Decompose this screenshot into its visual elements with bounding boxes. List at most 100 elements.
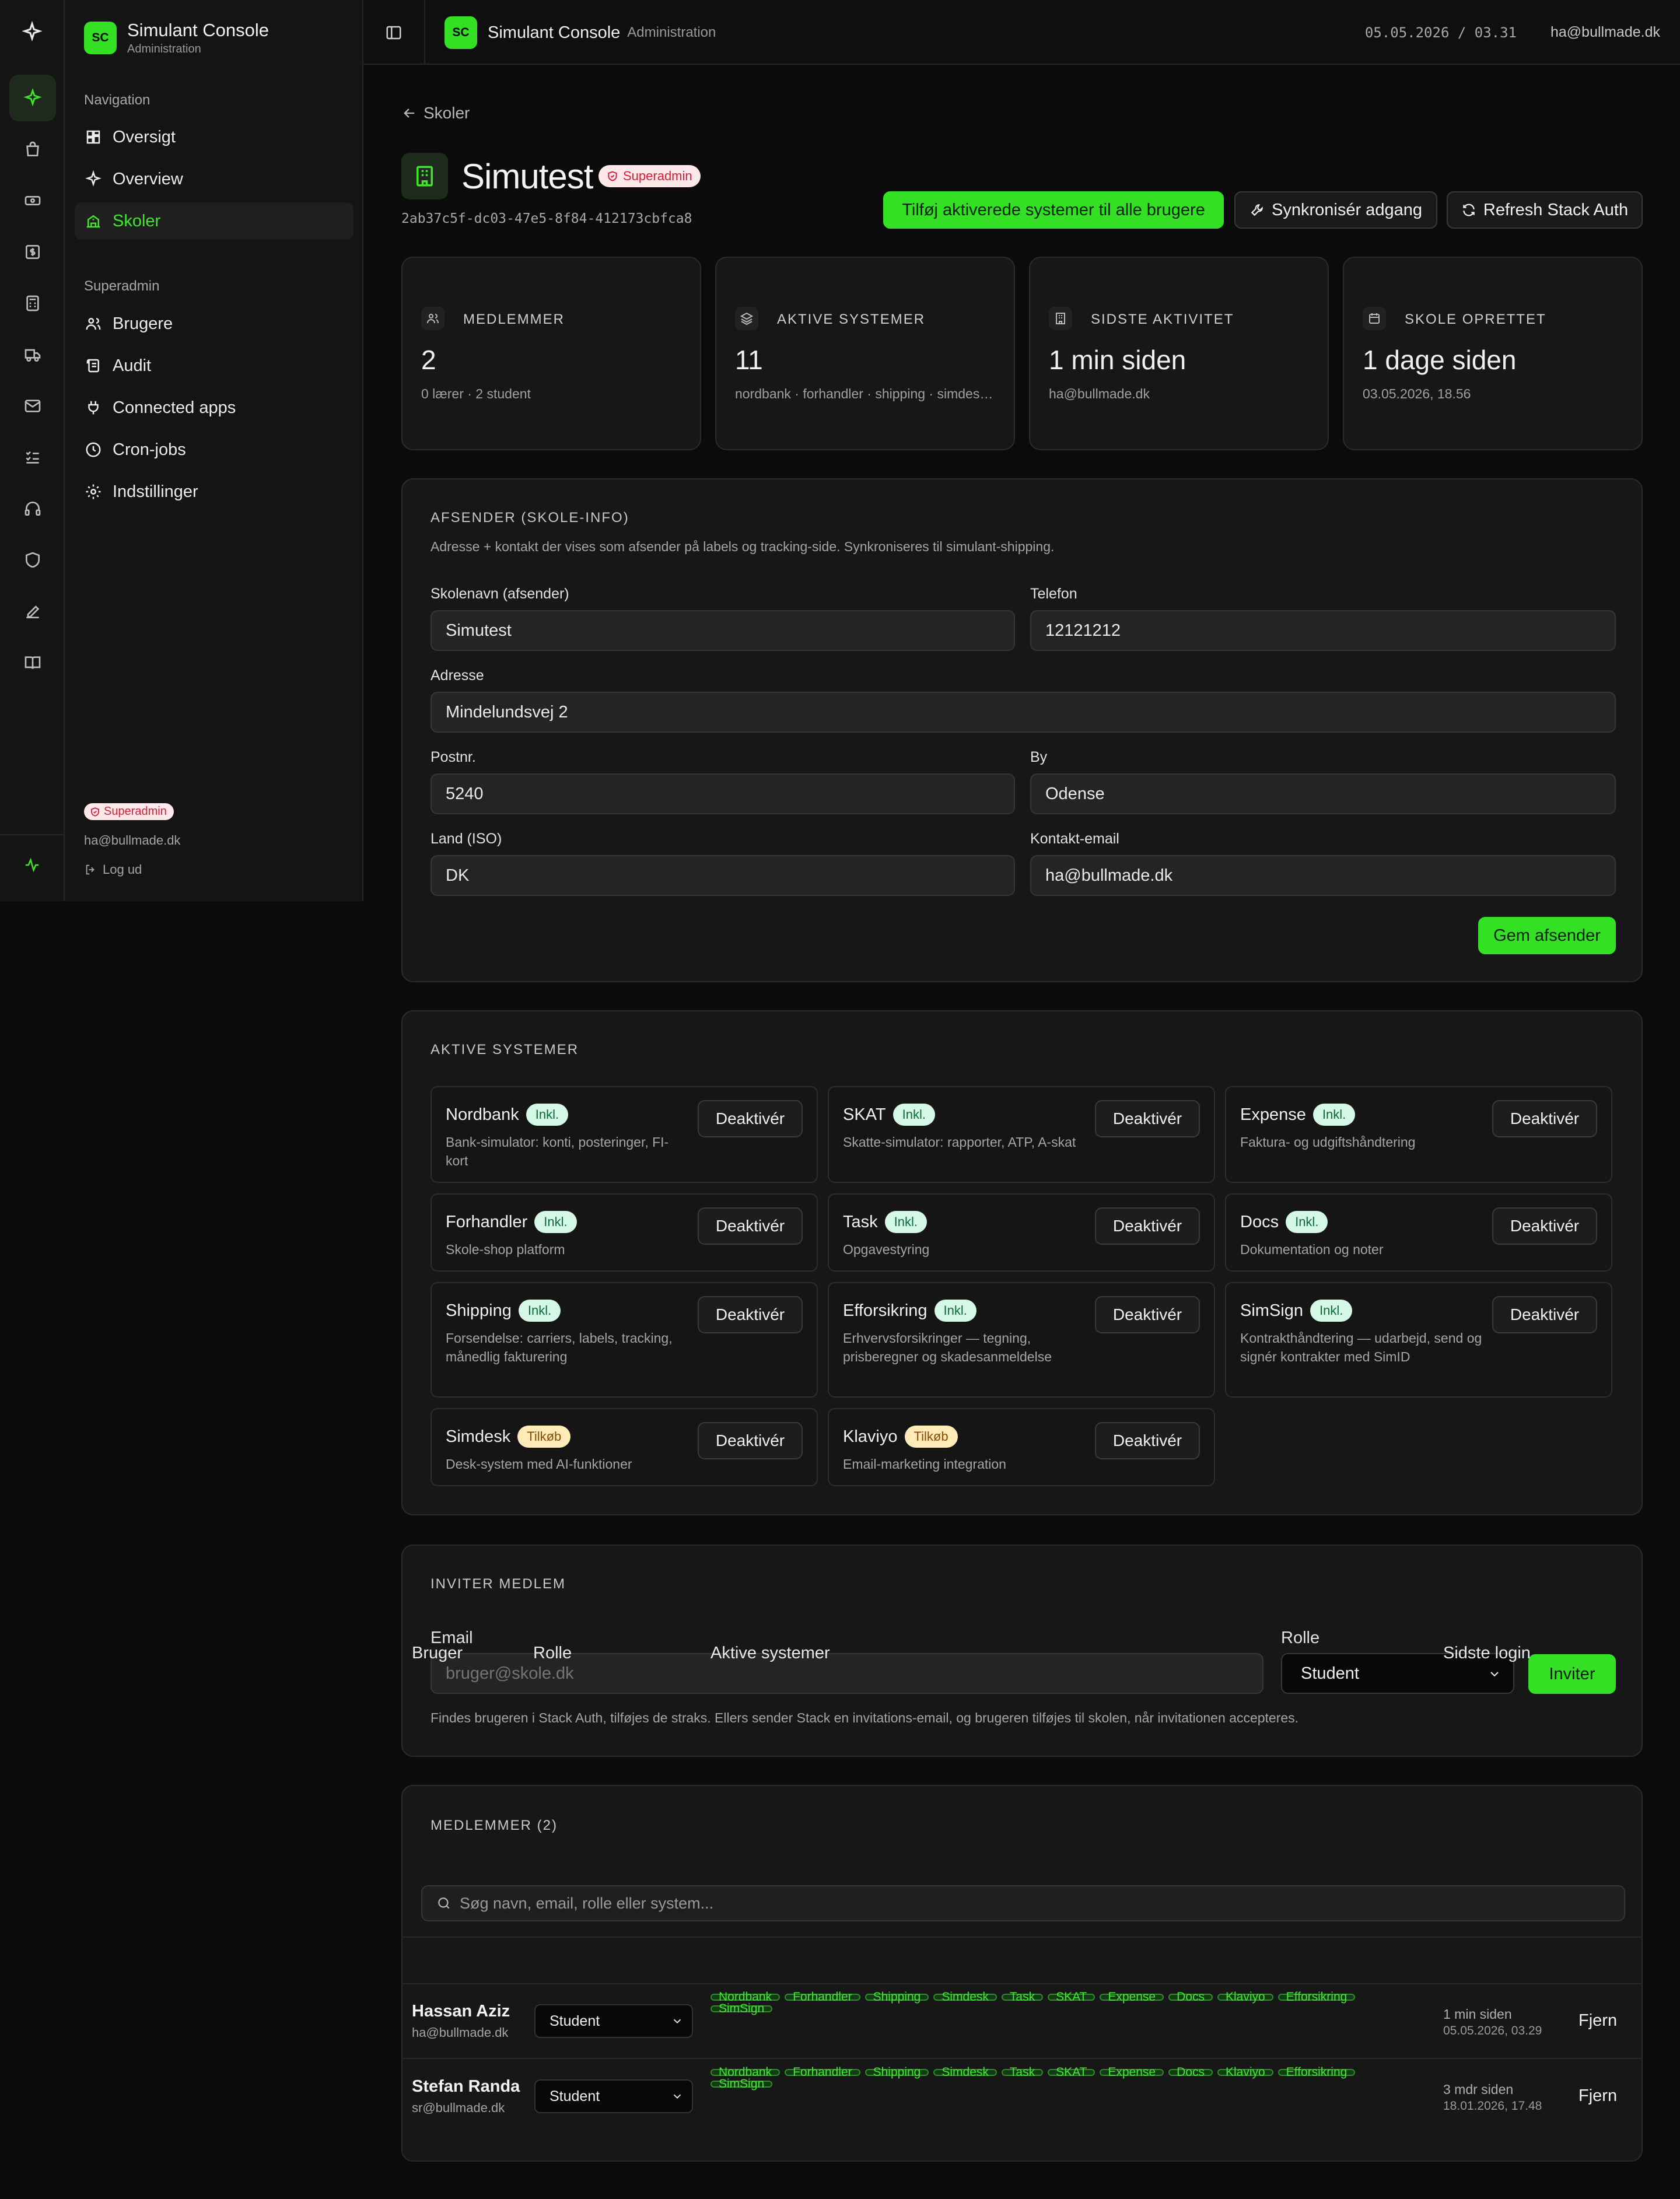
sidebar-item-skoler[interactable]: Skoler — [75, 202, 354, 240]
address-input[interactable]: Mindelundsvej 2 — [430, 692, 1616, 733]
member-systems: Nordbank Forhandler Shipping Simdesk Task SKA… — [710, 2066, 1410, 2092]
invite-role-value: Student — [1301, 1664, 1359, 1683]
system-tag: Expense — [1100, 1991, 1164, 2003]
logout-button[interactable]: Log ud — [84, 862, 142, 877]
system-tag: Nordbank — [710, 1991, 780, 2003]
school-name-label: Skolenavn (afsender) — [430, 586, 569, 602]
invite-button[interactable]: Inviter — [1528, 1654, 1616, 1694]
system-name: Klaviyo — [843, 1427, 898, 1446]
plug-icon — [85, 399, 113, 416]
sidebar-item-label: Indstillinger — [113, 482, 198, 501]
system-tag: Forhandler — [785, 1991, 860, 2003]
stat-card-last-activity: SIDSTE AKTIVITET 1 min siden ha@bullmade… — [1029, 257, 1329, 450]
rail-bag-icon[interactable] — [9, 126, 56, 173]
city-input[interactable]: Odense — [1030, 773, 1616, 814]
rail-book-icon[interactable] — [9, 639, 56, 686]
system-name: Expense — [1240, 1105, 1306, 1124]
sidebar-email: ha@bullmade.dk — [84, 833, 181, 848]
system-card-efforsikring: Efforsikring Inkl. Erhvervsforsikringer — … — [828, 1282, 1215, 1398]
stat-sub: ha@bullmade.dk — [1049, 386, 1150, 401]
system-tag: Task — [1001, 2066, 1044, 2078]
deactivate-button[interactable]: Deaktivér — [698, 1422, 803, 1459]
rail-shield-icon[interactable] — [9, 537, 56, 583]
rail-pen-icon[interactable] — [9, 588, 56, 635]
sidebar-item-indstillinger[interactable]: Indstillinger — [75, 473, 354, 510]
topbar-app-name: Simulant Console — [488, 23, 621, 42]
system-card-expense: Expense Inkl. Faktura- og udgiftshåndterin… — [1225, 1086, 1612, 1183]
topbar-user[interactable]: ha@bullmade.dk — [1550, 24, 1660, 41]
rail-ticket-icon[interactable] — [9, 177, 56, 224]
system-card-shipping: Shipping Inkl. Forsendelse: carriers, labe… — [430, 1282, 818, 1398]
system-description: Bank-simulator: konti, posteringer, FI-k… — [446, 1134, 669, 1168]
back-link[interactable]: Skoler — [401, 104, 470, 122]
sidebar-item-audit[interactable]: Audit — [75, 347, 354, 384]
deactivate-button[interactable]: Deaktivér — [1095, 1207, 1200, 1245]
column-header-last-login: Sidste login — [1443, 1644, 1531, 1662]
deactivate-button[interactable]: Deaktivér — [698, 1296, 803, 1333]
phone-label: Telefon — [1030, 586, 1077, 602]
stat-label: SKOLE OPRETTET — [1405, 311, 1546, 327]
building-icon — [1049, 307, 1072, 330]
invite-heading: INVITER MEDLEM — [430, 1576, 566, 1592]
system-badge: Inkl. — [934, 1300, 977, 1322]
save-sender-button[interactable]: Gem afsender — [1478, 917, 1616, 954]
deactivate-button[interactable]: Deaktivér — [1492, 1296, 1597, 1333]
sidebar-item-oversigt[interactable]: Oversigt — [75, 118, 354, 156]
contact-email-input[interactable]: ha@bullmade.dk — [1030, 855, 1616, 896]
deactivate-button[interactable]: Deaktivér — [1492, 1207, 1597, 1245]
rail-checklist-icon[interactable] — [9, 434, 56, 481]
system-name-row: Forhandler Inkl. — [446, 1211, 577, 1233]
stat-card-school-created: SKOLE OPRETTET 1 dage siden 03.05.2026, … — [1343, 257, 1643, 450]
icon-rail — [0, 0, 65, 901]
refresh-stack-auth-button[interactable]: Refresh Stack Auth — [1447, 191, 1643, 229]
sync-access-button[interactable]: Synkronisér adgang — [1234, 191, 1437, 229]
shield-icon — [90, 807, 100, 817]
rail-sparkle-icon[interactable] — [9, 75, 56, 121]
rail-mail-icon[interactable] — [9, 383, 56, 429]
rail-dollar-icon[interactable] — [9, 229, 56, 275]
app-name: Simulant Console — [127, 20, 269, 40]
role-badge-label: Superadmin — [104, 805, 167, 818]
app-sparkle-icon[interactable] — [21, 21, 43, 43]
deactivate-button[interactable]: Deaktivér — [698, 1207, 803, 1245]
member-name: Stefan Randa — [412, 2077, 520, 2096]
add-all-systems-button[interactable]: Tilføj aktiverede systemer til alle brug… — [883, 191, 1224, 229]
deactivate-button[interactable]: Deaktivér — [1095, 1422, 1200, 1459]
rail-headset-icon[interactable] — [9, 485, 56, 532]
system-description: Skatte-simulator: rapporter, ATP, A-skat — [843, 1134, 1076, 1150]
deactivate-button[interactable]: Deaktivér — [1095, 1100, 1200, 1137]
member-role-select[interactable]: Student — [534, 2004, 693, 2038]
remove-member-button[interactable]: Fjern — [1578, 2011, 1617, 2030]
deactivate-button[interactable]: Deaktivér — [1492, 1100, 1597, 1137]
system-tag: Efforsikring — [1278, 2066, 1356, 2078]
chevron-down-icon — [671, 2090, 684, 2103]
column-header-role: Rolle — [533, 1644, 572, 1662]
member-role-select[interactable]: Student — [534, 2079, 693, 2113]
rail-calculator-icon[interactable] — [9, 280, 56, 327]
member-search[interactable]: Søg navn, email, rolle eller system... — [421, 1885, 1625, 1921]
sidebar-item-cron-jobs[interactable]: Cron-jobs — [75, 431, 354, 468]
sidebar-item-label: Connected apps — [113, 398, 236, 417]
stat-value: 2 — [421, 345, 436, 375]
topbar-brand[interactable]: SC Simulant Console Administration — [444, 16, 716, 49]
system-tag: Docs — [1168, 1991, 1213, 2003]
sidebar-item-connected-apps[interactable]: Connected apps — [75, 389, 354, 426]
zip-input[interactable]: 5240 — [430, 773, 1015, 814]
sidebar-item-overview[interactable]: Overview — [75, 160, 354, 198]
member-systems: Nordbank Forhandler Shipping Simdesk Task SKA… — [710, 1991, 1410, 2017]
system-description: Desk-system med AI-funktioner — [446, 1456, 632, 1472]
country-input[interactable]: DK — [430, 855, 1015, 896]
deactivate-button[interactable]: Deaktivér — [1095, 1296, 1200, 1333]
rail-truck-icon[interactable] — [9, 331, 56, 378]
remove-member-button[interactable]: Fjern — [1578, 2086, 1617, 2106]
deactivate-button[interactable]: Deaktivér — [698, 1100, 803, 1137]
sidebar-toggle-button[interactable] — [363, 0, 425, 65]
system-name: Forhandler — [446, 1212, 528, 1231]
system-badge: Tilkøb — [517, 1426, 571, 1448]
school-name-input[interactable]: Simutest — [430, 610, 1015, 651]
activity-icon[interactable] — [23, 856, 41, 874]
brand[interactable]: SC Simulant Console Administration — [84, 20, 269, 56]
sidebar-item-brugere[interactable]: Brugere — [75, 305, 354, 342]
member-email: sr@bullmade.dk — [412, 2100, 505, 2115]
phone-input[interactable]: 12121212 — [1030, 610, 1616, 651]
